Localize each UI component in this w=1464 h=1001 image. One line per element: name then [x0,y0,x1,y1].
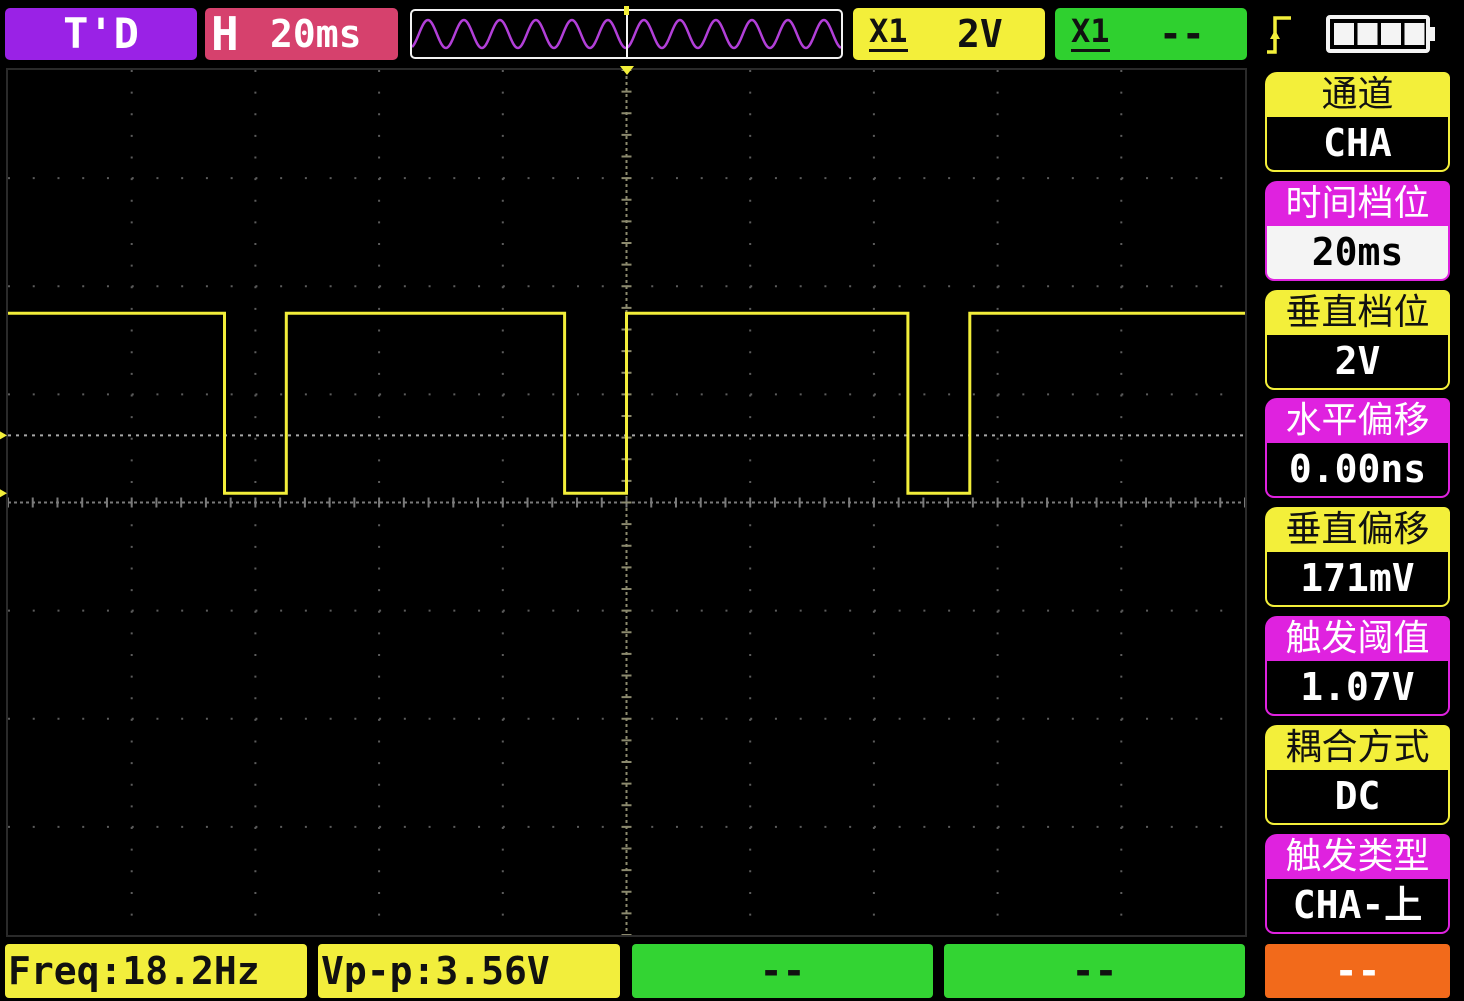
menu-item-value: 0.00ns [1265,443,1450,498]
measurement-slot-5[interactable]: -- [1265,944,1450,998]
menu-item-header: 时间档位 [1265,181,1450,226]
menu-item-header: 触发类型 [1265,834,1450,879]
menu-item-vertical-scale[interactable]: 垂直档位 2V [1265,290,1450,390]
battery-cell [1381,23,1401,45]
measurement-slot-3[interactable]: -- [632,944,933,998]
memory-preview-window [410,9,843,59]
channel-b-scale: -- [1159,12,1205,56]
battery-cell [1404,23,1425,45]
channel-a-indicator[interactable]: X1 2V [853,8,1045,60]
memory-preview-waveform [412,11,841,57]
menu-item-header: 耦合方式 [1265,725,1450,770]
menu-item-value: 171mV [1265,552,1450,607]
preview-position-marker [624,6,629,15]
menu-item-value: CHA [1265,117,1450,172]
battery-cell [1334,23,1354,45]
battery-cells [1334,23,1425,45]
battery-cell [1357,23,1378,45]
menu-item-coupling[interactable]: 耦合方式 DC [1265,725,1450,825]
waveform-display [8,70,1245,935]
rising-edge-icon-arrow [1270,30,1280,39]
measurement-peak-to-peak[interactable]: Vp-p:3.56V [318,944,620,998]
menu-item-channel[interactable]: 通道 CHA [1265,72,1450,172]
menu-item-header: 垂直档位 [1265,290,1450,335]
menu-item-trigger-threshold[interactable]: 触发阈值 1.07V [1265,616,1450,716]
menu-item-header: 触发阈值 [1265,616,1450,661]
trigger-level-marker [0,431,7,440]
measurement-slot-4[interactable]: -- [944,944,1245,998]
menu-item-timebase[interactable]: 时间档位 20ms [1265,181,1450,281]
level-markers [0,431,7,498]
menu-item-header: 水平偏移 [1265,398,1450,443]
channel-a-trace [8,311,1245,495]
timebase-prefix: H [211,8,239,60]
menu-item-value: DC [1265,770,1450,825]
menu-item-vertical-offset[interactable]: 垂直偏移 171mV [1265,507,1450,607]
timebase-indicator[interactable]: H 20ms [205,8,398,60]
channel-a-scale: 2V [957,12,1003,56]
center-axes [8,70,1245,935]
waveform-plot [8,70,1245,935]
rising-edge-icon-path [1267,16,1291,54]
menu-item-value: 2V [1265,335,1450,390]
menu-item-header: 通道 [1265,72,1450,117]
channel-a-ground-marker [0,489,7,498]
timebase-value: 20ms [270,12,362,56]
battery-terminal [1429,27,1435,41]
battery-icon [1326,15,1435,53]
menu-item-header: 垂直偏移 [1265,507,1450,552]
channel-b-probe: X1 [1071,12,1110,52]
menu-item-horizontal-offset[interactable]: 水平偏移 0.00ns [1265,398,1450,498]
menu-item-value: 1.07V [1265,661,1450,716]
rising-edge-icon [1267,16,1291,54]
channel-b-indicator[interactable]: X1 -- [1055,8,1247,60]
trigger-status-indicator: T'D [5,8,197,60]
channel-a-probe: X1 [869,12,908,52]
menu-item-value: 20ms [1265,226,1450,281]
menu-item-trigger-type[interactable]: 触发类型 CHA-上 [1265,834,1450,934]
measurement-frequency[interactable]: Freq:18.2Hz [5,944,307,998]
trigger-position-marker [620,66,634,75]
menu-item-value: CHA-上 [1265,879,1450,934]
